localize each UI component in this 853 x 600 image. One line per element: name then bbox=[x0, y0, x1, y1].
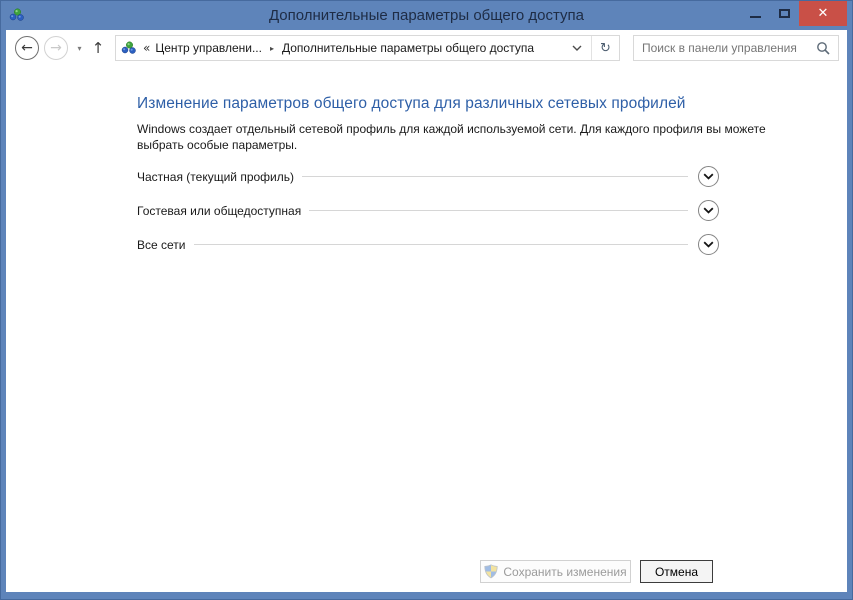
window: Дополнительные параметры общего доступа … bbox=[0, 0, 853, 600]
section-divider bbox=[309, 210, 688, 211]
refresh-button[interactable]: ↻ bbox=[592, 41, 619, 56]
chevron-down-icon bbox=[572, 45, 582, 51]
titlebar: Дополнительные параметры общего доступа … bbox=[0, 0, 853, 30]
chevron-down-icon bbox=[703, 173, 714, 180]
search-box[interactable] bbox=[633, 35, 839, 61]
breadcrumb-overflow-icon[interactable]: « bbox=[143, 41, 150, 55]
network-sharing-icon bbox=[121, 40, 137, 56]
breadcrumb-separator-icon[interactable]: ▸ bbox=[270, 44, 274, 53]
navigation-bar: ← → ▾ ↑ « Центр управлени... ▸ Дополните… bbox=[6, 30, 847, 66]
footer-buttons: Сохранить изменения Отмена bbox=[480, 560, 713, 583]
chevron-down-icon bbox=[703, 207, 714, 214]
breadcrumb-item-current[interactable]: Дополнительные параметры общего доступа bbox=[282, 41, 534, 55]
window-controls: ✕ bbox=[741, 1, 847, 27]
minimize-button[interactable] bbox=[741, 1, 770, 26]
section-divider bbox=[194, 244, 689, 245]
section-label: Все сети bbox=[137, 238, 186, 252]
maximize-icon bbox=[779, 9, 790, 18]
breadcrumb-item-control-panel[interactable]: Центр управлени... bbox=[155, 41, 262, 55]
close-button[interactable]: ✕ bbox=[799, 1, 847, 26]
breadcrumb[interactable]: « Центр управлени... ▸ Дополнительные па… bbox=[115, 35, 620, 61]
history-dropdown-icon[interactable]: ▾ bbox=[75, 44, 84, 53]
chevron-down-icon bbox=[703, 241, 714, 248]
expand-section-button[interactable] bbox=[698, 234, 719, 255]
close-icon: ✕ bbox=[818, 6, 829, 21]
maximize-button[interactable] bbox=[770, 1, 799, 26]
search-icon bbox=[816, 41, 830, 55]
section-label: Гостевая или общедоступная bbox=[137, 204, 301, 218]
section-private-profile: Частная (текущий профиль) bbox=[137, 160, 719, 194]
back-button[interactable]: ← bbox=[15, 36, 39, 60]
save-changes-label: Сохранить изменения bbox=[503, 565, 626, 579]
address-dropdown-button[interactable] bbox=[572, 45, 582, 51]
search-input[interactable] bbox=[634, 41, 816, 55]
app-surface: ← → ▾ ↑ « Центр управлени... ▸ Дополните… bbox=[6, 30, 847, 592]
search-button[interactable] bbox=[816, 41, 830, 55]
section-all-networks: Все сети bbox=[137, 228, 719, 262]
page-title: Изменение параметров общего доступа для … bbox=[137, 95, 847, 113]
up-button[interactable]: ↑ bbox=[91, 39, 105, 57]
section-guest-public: Гостевая или общедоступная bbox=[137, 194, 719, 228]
section-label: Частная (текущий профиль) bbox=[137, 170, 294, 184]
uac-shield-icon bbox=[484, 564, 498, 579]
save-changes-button[interactable]: Сохранить изменения bbox=[480, 560, 631, 583]
minimize-icon bbox=[750, 16, 761, 18]
expand-section-button[interactable] bbox=[698, 166, 719, 187]
cancel-label: Отмена bbox=[655, 565, 698, 579]
profile-sections: Частная (текущий профиль) Гостевая или о… bbox=[137, 160, 719, 262]
expand-section-button[interactable] bbox=[698, 200, 719, 221]
forward-button[interactable]: → bbox=[44, 36, 68, 60]
section-divider bbox=[302, 176, 688, 177]
main-content: Изменение параметров общего доступа для … bbox=[6, 66, 847, 592]
page-description: Windows создает отдельный сетевой профил… bbox=[137, 122, 769, 154]
window-title: Дополнительные параметры общего доступа bbox=[0, 7, 853, 24]
cancel-button[interactable]: Отмена bbox=[640, 560, 713, 583]
